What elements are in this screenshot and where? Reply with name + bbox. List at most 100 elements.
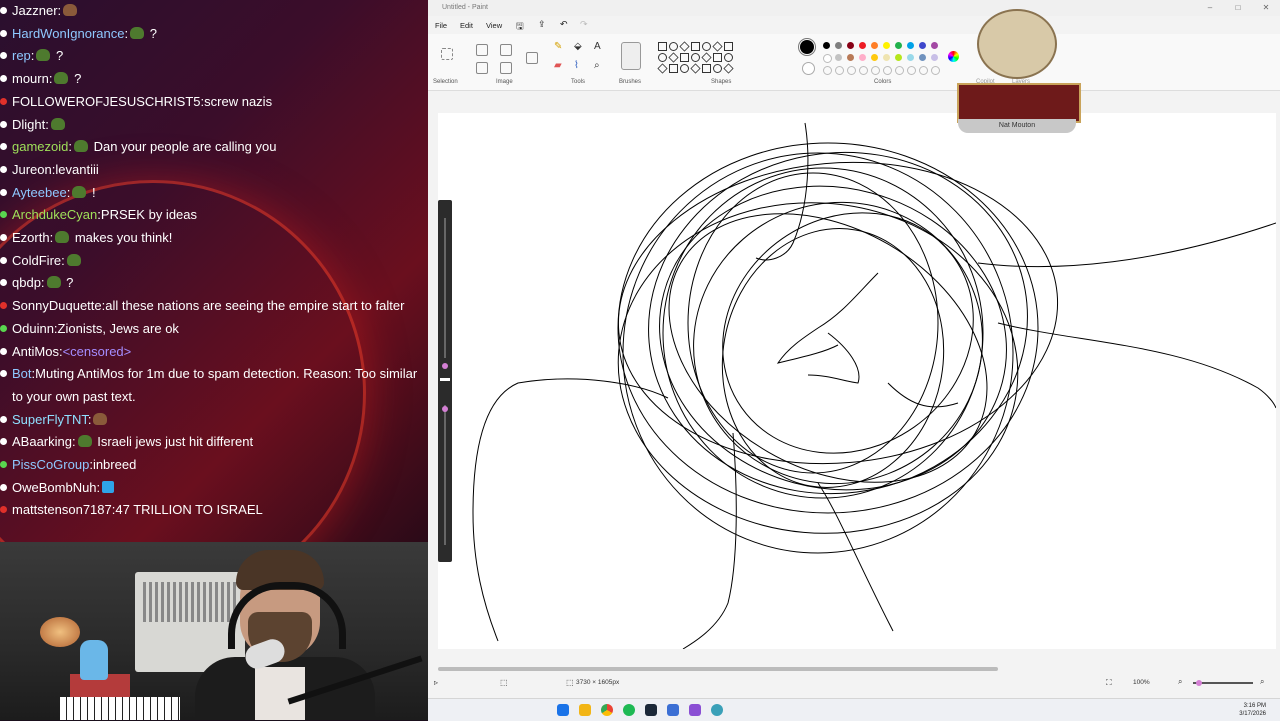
color-swatch[interactable] [895, 54, 902, 61]
image-select-icon[interactable] [476, 62, 488, 74]
share-icon[interactable]: ⇪ [538, 19, 546, 30]
primary-color[interactable] [798, 38, 816, 56]
chat-username[interactable]: qbdp [12, 275, 41, 290]
color-swatch[interactable] [859, 54, 866, 61]
chat-username[interactable]: OweBombNuh [12, 480, 97, 495]
shape-tool-icon[interactable] [680, 53, 689, 62]
steam-icon[interactable] [645, 704, 657, 716]
shape-tool-icon[interactable] [691, 42, 700, 51]
chat-username[interactable]: AntiMos [12, 344, 59, 359]
chat-username[interactable]: PissCoGroup [12, 457, 89, 472]
color-swatch[interactable] [919, 54, 926, 61]
shape-tool-icon[interactable] [713, 53, 722, 62]
shape-tool-icon[interactable] [702, 64, 711, 73]
shape-tool-icon[interactable] [724, 42, 733, 51]
color-swatch[interactable] [907, 54, 914, 61]
maximize-button[interactable]: □ [1224, 0, 1252, 16]
color-swatch[interactable] [823, 42, 830, 49]
shape-tool-icon[interactable] [657, 63, 668, 74]
redo-icon[interactable]: ↷ [580, 19, 588, 30]
chat-username[interactable]: ColdFire [12, 253, 61, 268]
zoom-slider[interactable] [1193, 682, 1253, 684]
minimize-button[interactable]: – [1196, 0, 1224, 16]
chat-username[interactable]: mattstenson7187 [12, 502, 112, 517]
chat-username[interactable]: Dlight [12, 117, 45, 132]
color-swatch[interactable] [883, 54, 890, 61]
resize-icon[interactable] [500, 44, 512, 56]
chat-username[interactable]: ABaarking [12, 434, 72, 449]
shape-tool-icon[interactable] [702, 42, 711, 51]
custom-color-slot[interactable] [895, 66, 904, 75]
save-icon[interactable]: 🖫 [516, 19, 524, 35]
custom-color-slot[interactable] [823, 66, 832, 75]
chat-username[interactable]: Ezorth [12, 230, 50, 245]
custom-color-slot[interactable] [871, 66, 880, 75]
chrome-icon[interactable] [601, 704, 613, 716]
shape-tool-icon[interactable] [680, 64, 689, 73]
chat-username[interactable]: rep [12, 48, 31, 63]
custom-color-slot[interactable] [931, 66, 940, 75]
text-icon[interactable]: A [594, 41, 601, 52]
shape-tool-icon[interactable] [690, 63, 701, 74]
custom-color-slot[interactable] [859, 66, 868, 75]
shape-tool-icon[interactable] [658, 42, 667, 51]
color-swatch[interactable] [931, 42, 938, 49]
shape-tool-icon[interactable] [669, 64, 678, 73]
menu-file[interactable]: File [435, 21, 447, 30]
color-picker-icon[interactable]: ⌇ [574, 60, 579, 71]
secondary-color[interactable] [802, 62, 815, 75]
shape-tool-icon[interactable] [679, 41, 690, 52]
chat-username[interactable]: Oduinn [12, 321, 54, 336]
color-swatch[interactable] [919, 42, 926, 49]
brushes-button[interactable] [621, 42, 641, 70]
color-swatch[interactable] [871, 42, 878, 49]
chat-username[interactable]: mourn [12, 71, 49, 86]
color-swatch[interactable] [931, 54, 938, 61]
chat-username[interactable]: Bot [12, 366, 32, 381]
size-slider-thumb[interactable] [442, 363, 448, 369]
fit-window-icon[interactable]: ⛶ [1106, 678, 1112, 688]
menu-edit[interactable]: Edit [460, 21, 473, 30]
shape-tool-icon[interactable] [724, 53, 733, 62]
shape-tool-icon[interactable] [723, 63, 734, 74]
custom-color-slot[interactable] [883, 66, 892, 75]
chat-username[interactable]: SuperFlyTNT [12, 412, 88, 427]
color-swatch[interactable] [895, 42, 902, 49]
shape-tool-icon[interactable] [669, 42, 678, 51]
zoom-out-icon[interactable]: ⌕ [1178, 677, 1182, 687]
rotate-icon[interactable] [500, 62, 512, 74]
chat-username[interactable]: Jureon [12, 162, 52, 177]
horizontal-scrollbar[interactable] [438, 667, 998, 671]
color-swatch[interactable] [847, 42, 854, 49]
custom-color-slot[interactable] [919, 66, 928, 75]
color-swatch[interactable] [907, 42, 914, 49]
custom-color-slot[interactable] [847, 66, 856, 75]
app-icon[interactable] [667, 704, 679, 716]
zoom-level[interactable]: 100% [1133, 679, 1150, 686]
color-swatch[interactable] [847, 54, 854, 61]
chat-username[interactable]: Ayteebee [12, 185, 67, 200]
spotify-icon[interactable] [623, 704, 635, 716]
menu-view[interactable]: View [486, 21, 502, 30]
shape-tool-icon[interactable] [658, 53, 667, 62]
drawing-canvas[interactable] [438, 113, 1277, 650]
undo-icon[interactable]: ↶ [560, 19, 568, 30]
crop-icon[interactable] [476, 44, 488, 56]
custom-color-slot[interactable] [835, 66, 844, 75]
opacity-slider-thumb[interactable] [442, 406, 448, 412]
fill-icon[interactable]: ⬙ [574, 41, 582, 52]
shape-tool-icon[interactable] [712, 41, 723, 52]
shape-tool-icon[interactable] [668, 52, 679, 63]
color-swatch[interactable] [859, 42, 866, 49]
chat-username[interactable]: gamezoid [12, 139, 68, 154]
color-swatch[interactable] [835, 42, 842, 49]
file-explorer-icon[interactable] [579, 704, 591, 716]
obs-icon[interactable] [689, 704, 701, 716]
zoom-in-icon[interactable]: ⌕ [1260, 677, 1264, 687]
selection-icon[interactable] [441, 48, 453, 60]
magnifier-icon[interactable]: ⌕ [594, 60, 600, 71]
pencil-icon[interactable]: ✎ [554, 41, 562, 52]
brush-size-slider[interactable] [438, 200, 452, 562]
zoom-slider-thumb[interactable] [1196, 680, 1202, 686]
shape-tool-icon[interactable] [701, 52, 712, 63]
